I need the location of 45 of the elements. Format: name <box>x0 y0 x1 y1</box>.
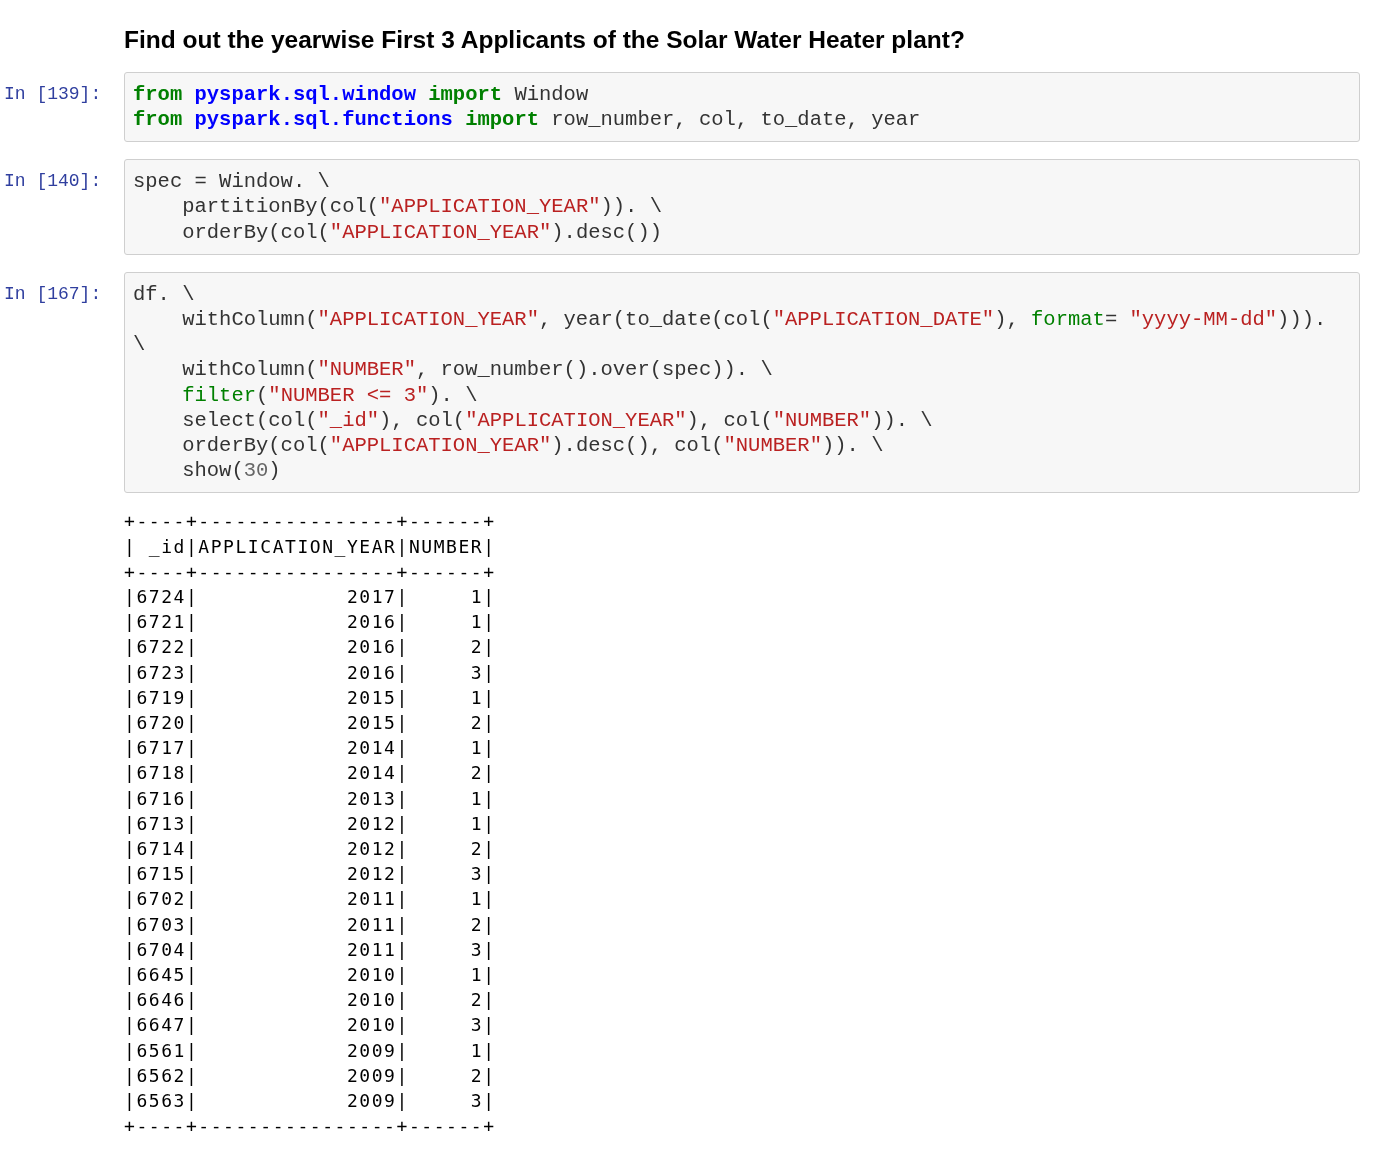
input-prompt: In [140]: <box>4 170 103 194</box>
output-line: |6715| 2012| 3| <box>124 862 497 887</box>
output-line: |6645| 2010| 1| <box>124 963 497 988</box>
code-line: from pyspark.sql.window import Window <box>133 81 590 107</box>
output-line: +----+----------------+------+ <box>124 559 497 584</box>
output-line: |6703| 2011| 2| <box>124 912 497 937</box>
code-line: orderBy(col("APPLICATION_YEAR").desc()) <box>181 219 663 245</box>
code-line: \ <box>133 332 147 358</box>
code-cell[interactable] <box>124 271 1360 494</box>
output-line: |6724| 2017| 1| <box>124 585 497 609</box>
output-line: |6720| 2015| 2| <box>124 711 497 735</box>
input-prompt: In [167]: <box>4 282 103 306</box>
code-line: orderBy(col("APPLICATION_YEAR").desc(), col("NUMBER")). \ <box>181 433 885 459</box>
output-line: | _id|APPLICATION_YEAR|NUMBER| <box>124 534 497 559</box>
output-line: |6716| 2013| 1| <box>124 786 497 811</box>
input-prompt: In [139]: <box>4 82 103 106</box>
cell-heading: Find out the yearwise First 3 Applicants of the Solar Water Heater plant? <box>124 25 966 55</box>
code-line: select(col("_id"), col("APPLICATION_YEAR"), col("NUMBER")). \ <box>181 407 934 433</box>
output-line: |6704| 2011| 3| <box>124 937 497 962</box>
output-line: |6702| 2011| 1| <box>124 887 497 912</box>
output-line: |6647| 2010| 3| <box>124 1013 497 1038</box>
output-line: |6713| 2012| 1| <box>124 811 497 836</box>
output-line: |6563| 2009| 3| <box>124 1089 497 1114</box>
code-line: partitionBy(col("APPLICATION_YEAR")). \ <box>181 194 663 220</box>
code-line: spec = Window. \ <box>133 169 331 195</box>
output-line: |6723| 2016| 3| <box>124 660 497 685</box>
output-line: |6717| 2014| 1| <box>124 736 497 761</box>
code-line: show(30) <box>181 458 282 484</box>
code-line: withColumn("NUMBER", row_number().over(spec)). \ <box>181 357 774 383</box>
code-line: withColumn("APPLICATION_YEAR", year(to_date(col("APPLICATION_DATE"), format= "yyyy-MM-dd"))). <box>181 306 1328 333</box>
code-line: df. \ <box>133 281 196 307</box>
code-line: filter("NUMBER <= 3"). \ <box>181 382 479 408</box>
code-line: from pyspark.sql.functions import row_number, col, to_date, year <box>133 106 922 133</box>
output-line: +----+----------------+------+ <box>124 1114 497 1139</box>
output-line: |6722| 2016| 2| <box>124 635 497 660</box>
code-cell[interactable]: from pyspark.sql.window import Window from pyspark.sql.functions import row_number, col, to_date, year <box>124 71 1360 143</box>
output-line: |6721| 2016| 1| <box>124 610 497 635</box>
output-line: |6718| 2014| 2| <box>124 761 497 786</box>
output-line: |6562| 2009| 2| <box>124 1063 497 1088</box>
output-line: |6714| 2012| 2| <box>124 837 497 862</box>
output-line: +----+----------------+------+ <box>124 509 497 534</box>
code-cell[interactable]: spec = Window. \ partitionBy(col("APPLICATION_YEAR")). \ orderBy(col("APPLICATION_YEAR").desc()) <box>124 159 1360 255</box>
output-line: |6561| 2009| 1| <box>124 1038 497 1063</box>
output-line: |6646| 2010| 2| <box>124 988 497 1013</box>
output-line: |6719| 2015| 1| <box>124 685 497 710</box>
